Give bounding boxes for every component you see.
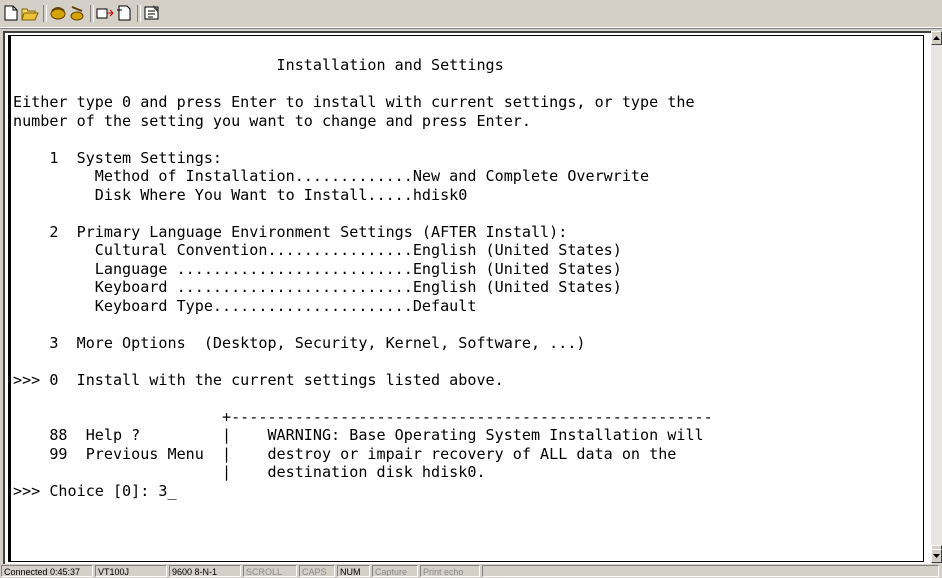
terminal-screen[interactable]: Installation and Settings Either type 0 a… (8, 35, 924, 562)
terminal-line: >>> Choice [0]: 3_ (13, 481, 177, 500)
disconnect-icon[interactable] (68, 4, 86, 22)
status-capture: Capture (372, 565, 418, 577)
send-icon[interactable] (96, 4, 114, 22)
status-scroll: SCROLL (243, 565, 297, 577)
terminal-line: 2 Primary Language Environment Settings … (13, 222, 568, 241)
terminal-line: >>> 0 Install with the current settings … (13, 370, 504, 389)
terminal-line: number of the setting you want to change… (13, 111, 531, 130)
status-connected: Connected 0:45:37 (1, 565, 93, 577)
terminal-line: | destination disk hdisk0. (13, 463, 486, 481)
terminal-line: Installation and Settings (13, 56, 504, 74)
properties-icon[interactable] (143, 4, 161, 22)
terminal-line: 88 Help ? | WARNING: Base Operating Syst… (13, 426, 704, 444)
terminal-line: +---------------------------------------… (13, 407, 713, 426)
connect-icon[interactable] (49, 4, 67, 22)
toolbar-separator (137, 5, 141, 22)
status-caps: CAPS (299, 565, 335, 577)
receive-icon[interactable] (115, 4, 133, 22)
status-emulation: VT100J (95, 565, 167, 577)
terminal-line: 99 Previous Menu | destroy or impair rec… (13, 444, 677, 463)
terminal-line: Cultural Convention................Engli… (13, 241, 622, 259)
scroll-up-icon[interactable] (931, 31, 942, 45)
terminal-line: Disk Where You Want to Install.....hdisk… (13, 185, 468, 204)
vertical-scrollbar[interactable] (931, 31, 942, 563)
terminal-line: Keyboard ..........................Engli… (13, 278, 622, 296)
terminal-line: 3 More Options (Desktop, Security, Kerne… (13, 333, 586, 352)
toolbar (0, 0, 942, 29)
status-print-echo: Print echo (420, 565, 480, 577)
terminal-line: Either type 0 and press Enter to install… (13, 93, 695, 111)
scroll-down-icon[interactable] (931, 549, 942, 563)
toolbar-separator (90, 5, 94, 22)
terminal-window[interactable]: Installation and Settings Either type 0 a… (3, 31, 932, 565)
status-bar: Connected 0:45:37 VT100J 9600 8-N-1 SCRO… (0, 564, 942, 578)
screen-border (9, 36, 11, 561)
terminal-line: 1 System Settings: (13, 148, 223, 167)
status-num: NUM (337, 565, 370, 577)
status-filler (482, 565, 939, 577)
new-icon[interactable] (2, 4, 20, 22)
terminal-line: Keyboard Type......................Defau… (13, 296, 477, 315)
terminal-line: Method of Installation.............New a… (13, 167, 650, 185)
status-port: 9600 8-N-1 (169, 565, 241, 577)
toolbar-separator (43, 5, 47, 22)
terminal-line: Language ..........................Engli… (13, 259, 622, 278)
open-icon[interactable] (21, 4, 39, 22)
